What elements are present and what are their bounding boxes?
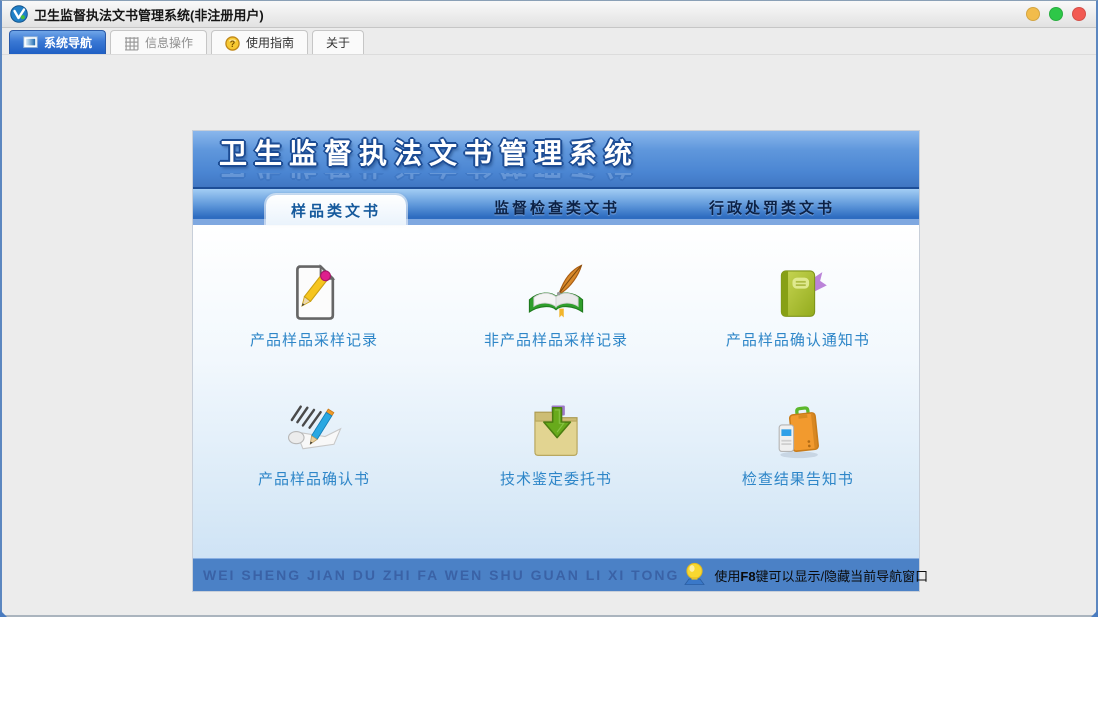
pinyin-watermark: WEI SHENG JIAN DU ZHI FA WEN SHU GUAN LI…: [203, 567, 680, 583]
title-bar: 卫生监督执法文书管理系统(非注册用户): [2, 1, 1096, 28]
item-label: 产品样品确认书: [257, 471, 370, 488]
desktop-background: 卫生监督执法文书管理系统(非注册用户) 系统导航 信息操作 ? 使用指南 关于 …: [0, 0, 1098, 711]
grid-row: 产品样品确认书 技术鉴定委托书 检查结果告知书: [193, 350, 919, 489]
tab-supervision-inspection-documents[interactable]: 监督检查类文书: [494, 189, 620, 225]
panel-footer: WEI SHENG JIAN DU ZHI FA WEN SHU GUAN LI…: [193, 558, 928, 591]
folder-download-icon: [525, 400, 587, 462]
tab-label: 样品类文书: [290, 202, 381, 220]
close-button[interactable]: [1072, 7, 1086, 21]
app-window: 卫生监督执法文书管理系统(非注册用户) 系统导航 信息操作 ? 使用指南 关于 …: [0, 0, 1098, 617]
window-title: 卫生监督执法文书管理系统(非注册用户): [34, 7, 264, 23]
item-product-sample-confirmation[interactable]: 产品样品确认书: [193, 400, 435, 489]
notebook-ribbon-icon: [767, 261, 829, 323]
item-product-sample-record[interactable]: 产品样品采样记录: [193, 261, 435, 350]
lightbulb-icon: [683, 562, 706, 589]
f8-key-label: F8: [740, 568, 756, 584]
document-category-tabs: 样品类文书 监督检查类文书 行政处罚类文书: [193, 189, 919, 225]
briefcase-device-icon: [767, 400, 829, 462]
help-icon: ?: [225, 35, 240, 51]
item-nonproduct-sample-record[interactable]: 非产品样品采样记录: [435, 261, 677, 350]
item-label: 产品样品采样记录: [249, 332, 378, 349]
item-label: 产品样品确认通知书: [725, 332, 870, 349]
panel-title: 卫生监督执法文书管理系统: [219, 138, 640, 169]
tab-administrative-penalty-documents[interactable]: 行政处罚类文书: [709, 189, 835, 225]
shortcut-grid: 产品样品采样记录 非产品样品采样记录 产品样品确认通知书 产品样品确认书 技术鉴…: [193, 225, 919, 558]
f8-hint-text: 使用F8键可以显示/隐藏当前导航窗口: [714, 568, 929, 584]
tab-sample-documents[interactable]: 样品类文书: [266, 195, 406, 225]
window-icon: [23, 35, 38, 50]
item-inspection-result-notice[interactable]: 检查结果告知书: [677, 400, 919, 489]
app-logo-icon: [10, 5, 28, 23]
window-controls: [1026, 7, 1088, 21]
item-label: 非产品样品采样记录: [483, 332, 628, 349]
tab-label: 监督检查类文书: [493, 200, 621, 217]
tab-system-navigation[interactable]: 系统导航: [9, 30, 107, 54]
panel-title-reflection: 卫生监督执法文书管理系统: [193, 173, 919, 187]
tab-label: 关于: [326, 36, 351, 50]
document-pencil-icon: [283, 261, 345, 323]
navigation-panel: 卫生监督执法文书管理系统 卫生监督执法文书管理系统 样品类文书 监督检查类文书 …: [193, 131, 928, 591]
tab-about[interactable]: 关于: [312, 30, 365, 54]
grid-icon: [124, 36, 139, 51]
svg-text:?: ?: [230, 38, 235, 48]
item-product-sample-confirm-notice[interactable]: 产品样品确认通知书: [677, 261, 919, 350]
minimize-button[interactable]: [1026, 7, 1040, 21]
tab-label: 系统导航: [44, 36, 93, 50]
tab-label: 使用指南: [246, 36, 295, 50]
tab-info-operations[interactable]: 信息操作: [110, 30, 208, 54]
tab-label: 行政处罚类文书: [708, 200, 836, 217]
scroll-pencil-icon: [283, 400, 345, 462]
item-technical-appraisal-commission[interactable]: 技术鉴定委托书: [435, 400, 677, 489]
tab-label: 信息操作: [145, 36, 194, 50]
tab-user-guide[interactable]: ? 使用指南: [211, 30, 309, 54]
zoom-button[interactable]: [1049, 7, 1063, 21]
item-label: 技术鉴定委托书: [499, 471, 612, 488]
item-label: 检查结果告知书: [741, 471, 854, 488]
main-nav-bar: 系统导航 信息操作 ? 使用指南 关于: [2, 28, 1096, 55]
book-quill-icon: [525, 261, 587, 323]
grid-row: 产品样品采样记录 非产品样品采样记录 产品样品确认通知书: [193, 225, 919, 350]
panel-header: 卫生监督执法文书管理系统: [193, 131, 919, 173]
